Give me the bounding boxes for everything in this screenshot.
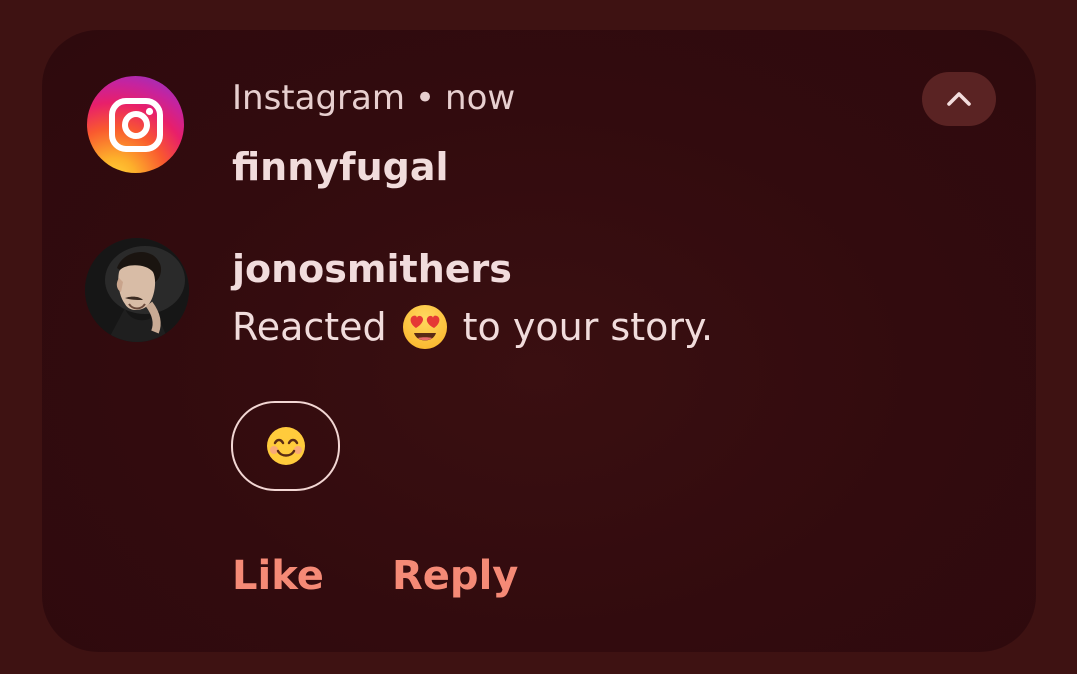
collapse-button[interactable] <box>922 72 996 126</box>
quick-reply-emoji-button[interactable] <box>231 401 340 491</box>
message-text-before: Reacted <box>232 305 387 349</box>
instagram-app-icon <box>87 76 184 173</box>
message-text: Reacted to your story. <box>232 303 713 351</box>
notification-title: finnyfugal <box>232 145 449 189</box>
reply-button[interactable]: Reply <box>392 552 518 600</box>
message-text-after: to your story. <box>462 305 714 349</box>
notification-time: now <box>445 78 516 118</box>
chevron-up-icon <box>947 92 971 106</box>
instagram-logo-icon <box>108 97 163 152</box>
smiling-face-emoji-icon <box>266 427 305 465</box>
heart-eyes-emoji-icon <box>402 305 447 349</box>
user-avatar-photo <box>85 238 189 342</box>
like-button[interactable]: Like <box>232 552 324 600</box>
app-name: Instagram <box>232 78 405 118</box>
notification-header: Instagram • now <box>232 77 515 119</box>
header-separator: • <box>414 78 436 118</box>
sender-name: jonosmithers <box>232 247 512 291</box>
avatar <box>85 238 189 342</box>
